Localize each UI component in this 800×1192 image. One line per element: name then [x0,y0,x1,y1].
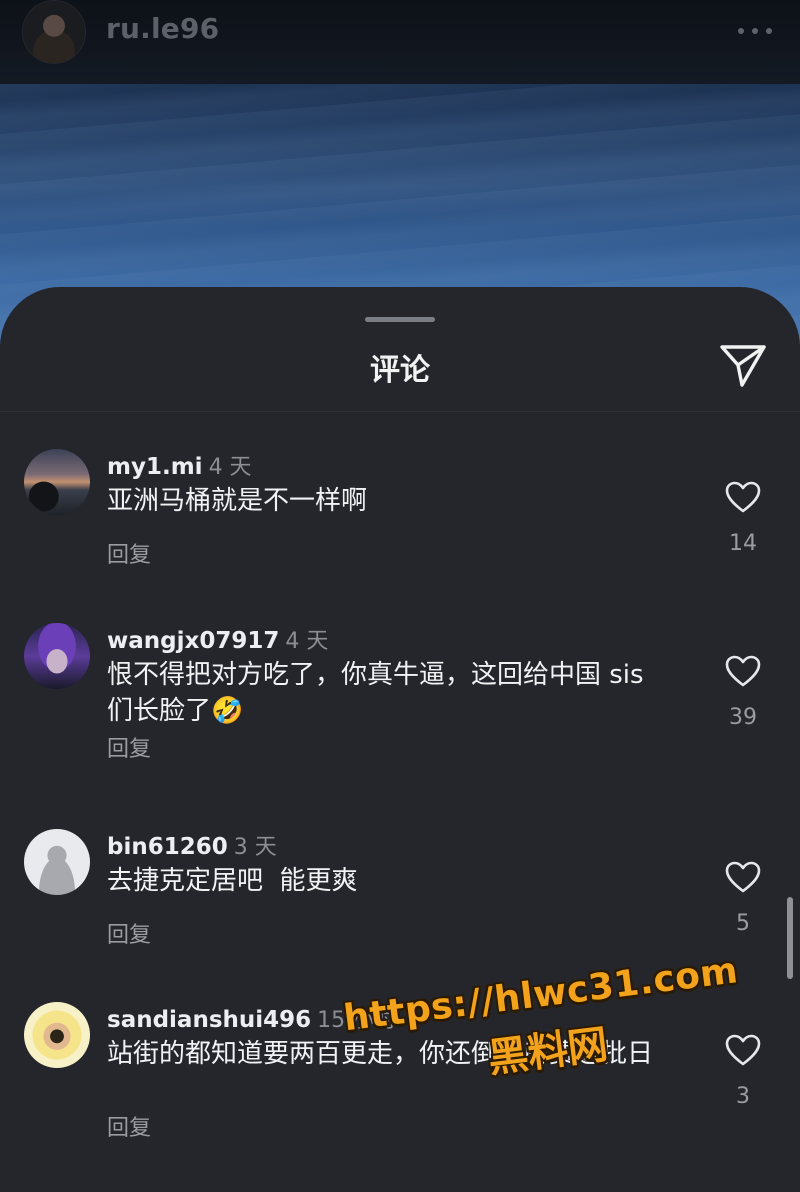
comment-header: sandianshui496 15 小时 [107,1002,397,1033]
like-count: 14 [729,531,757,556]
comment-text: 站街的都知道要两百更走，你还倒贴房费送批日 [107,1039,654,1069]
like-count: 5 [736,911,750,936]
heart-icon[interactable] [725,861,761,893]
reply-button[interactable]: 回复 [107,731,151,763]
comment-text: 亚洲马桶就是不一样啊 [107,486,368,516]
comment-header: my1.mi 4 天 [107,449,252,480]
like-count: 39 [729,705,757,730]
heart-icon[interactable] [725,481,761,513]
scrollbar[interactable] [787,897,793,979]
heart-icon[interactable] [725,1034,761,1066]
like-control[interactable]: 5 [716,861,770,936]
like-control[interactable]: 3 [716,1034,770,1109]
commenter-avatar[interactable] [24,1002,90,1068]
more-horizontal-icon[interactable] [738,22,772,40]
comment-username[interactable]: sandianshui496 [107,1007,311,1033]
more-dot [738,28,744,34]
comment-text: 去捷克定居吧 能更爽 [107,866,358,896]
heart-icon[interactable] [725,655,761,687]
like-count: 3 [736,1084,750,1109]
sheet-divider [0,411,800,412]
author-avatar[interactable] [22,0,86,64]
comment-time: 4 天 [208,455,252,480]
commenter-avatar[interactable] [24,449,90,515]
reply-button[interactable]: 回复 [107,537,151,569]
comment-text: 恨不得把对方吃了，你真牛逼，这回给中国 sis 们长脸了🤣 [107,660,644,726]
comment-header: bin61260 3 天 [107,829,277,860]
comments-sheet: 评论 my1.mi 4 天 亚洲马桶就是不一样啊 回复 14 wangjx079… [0,287,800,1192]
comment-username[interactable]: wangjx07917 [107,628,279,654]
commenter-avatar[interactable] [24,829,90,895]
comment-username[interactable]: my1.mi [107,454,203,480]
like-control[interactable]: 39 [716,655,770,730]
comment-time: 4 天 [285,629,329,654]
author-username[interactable]: ru.le96 [106,12,219,45]
comment-time: 15 小时 [317,1008,397,1033]
app-screen: ru.le96 评论 my1.mi 4 天 亚洲马桶就是不一样啊 回复 14 w… [0,0,800,1192]
comment-time: 3 天 [233,835,277,860]
reply-button[interactable]: 回复 [107,917,151,949]
like-control[interactable]: 14 [716,481,770,556]
send-icon[interactable] [718,343,768,389]
reply-button[interactable]: 回复 [107,1110,151,1142]
post-header: ru.le96 [0,0,800,84]
comment-header: wangjx07917 4 天 [107,623,329,654]
more-dot [766,28,772,34]
comment-username[interactable]: bin61260 [107,834,228,860]
sheet-grabber-handle[interactable] [365,317,435,322]
more-dot [752,28,758,34]
commenter-avatar[interactable] [24,623,90,689]
comments-title: 评论 [370,353,430,388]
